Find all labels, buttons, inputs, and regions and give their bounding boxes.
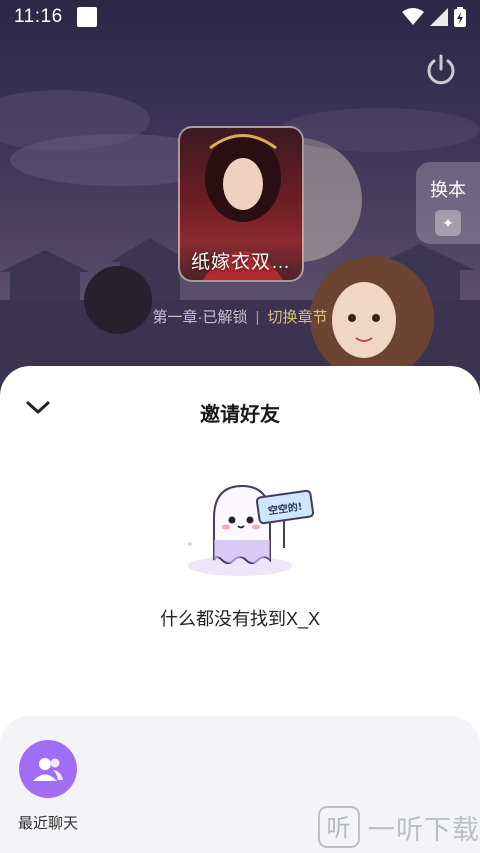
swap-book-label: 换本: [430, 180, 466, 200]
signal-icon: [430, 8, 448, 26]
chapter-separator: |: [255, 309, 260, 326]
chapter-status: 第一章·已解锁: [152, 309, 248, 326]
status-time: 11:16: [14, 6, 63, 27]
empty-ghost-illustration: 空空的!: [188, 484, 314, 576]
watermark: 听 一听下载: [318, 806, 480, 848]
book-title: 纸嫁衣双…: [190, 252, 291, 273]
svg-text:听: 听: [327, 814, 352, 842]
empty-state-message: 什么都没有找到X_X: [159, 609, 321, 629]
wifi-icon: [402, 8, 424, 25]
power-icon[interactable]: [424, 52, 458, 86]
battery-icon: [454, 7, 466, 27]
status-bar: 11:16: [0, 0, 480, 34]
notification-icon: [76, 7, 97, 27]
recent-chat-label: 最近聊天: [17, 815, 78, 832]
sheet-title: 邀请好友: [200, 404, 280, 426]
watermark-logo-icon: 听: [318, 806, 360, 848]
book-cover[interactable]: 纸嫁衣双…: [178, 126, 304, 282]
recent-chat-button[interactable]: 最近聊天: [12, 740, 84, 833]
watermark-text: 一听下载: [368, 814, 480, 845]
card-sparkle-icon: ✦: [435, 210, 461, 236]
users-icon: [33, 758, 63, 781]
sheet-header: 邀请好友: [0, 366, 480, 452]
recent-chat-avatar: [19, 740, 77, 798]
switch-chapter-link[interactable]: 切换章节: [267, 309, 327, 326]
chapter-line: 第一章·已解锁 | 切换章节: [0, 306, 480, 327]
swap-book-button[interactable]: 换本 ✦: [416, 162, 480, 244]
